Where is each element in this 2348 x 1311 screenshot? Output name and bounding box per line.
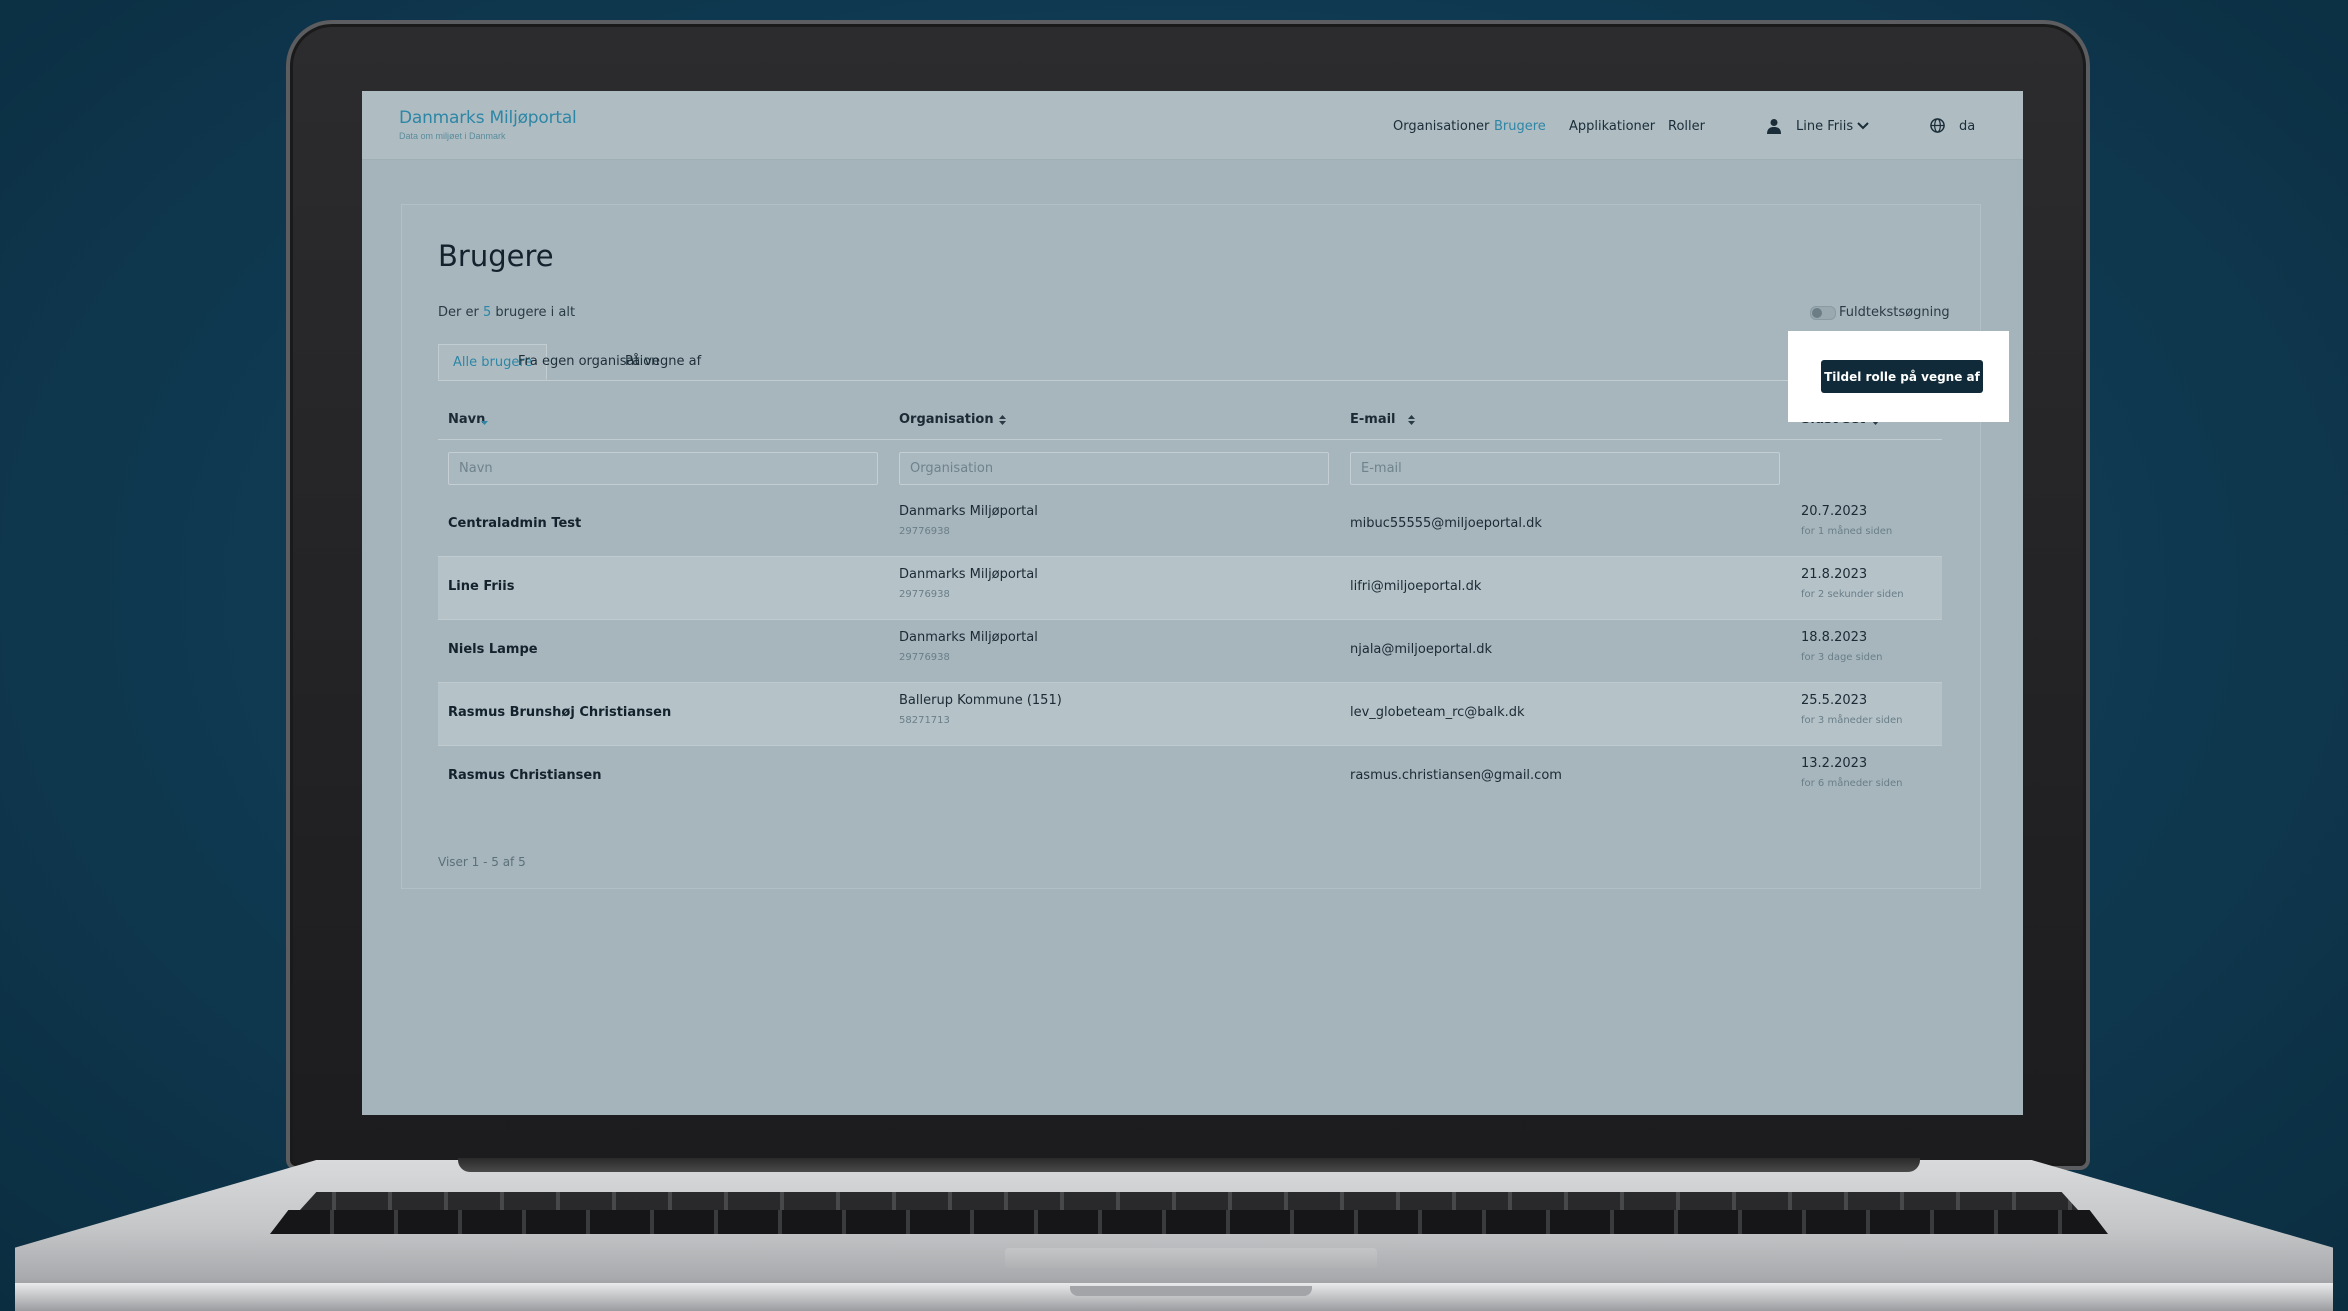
count-number: 5 xyxy=(482,305,492,320)
user-icon xyxy=(1767,119,1781,134)
nav-organisationer[interactable]: Organisationer xyxy=(1393,119,1489,134)
count-suffix: brugere i alt xyxy=(491,305,576,320)
tab-divider xyxy=(438,380,1942,381)
user-name[interactable]: Rasmus Christiansen xyxy=(448,768,602,783)
user-count-text: Der er 5 brugere i alt xyxy=(438,305,575,320)
nav-brugere[interactable]: Brugere xyxy=(1494,119,1546,134)
user-email: njala@miljoeportal.dk xyxy=(1350,642,1492,657)
table-row[interactable]: Niels Lampe Danmarks Miljøportal 2977693… xyxy=(438,620,1942,683)
user-organisation: Danmarks Miljøportal xyxy=(899,567,1038,582)
column-header-organisation[interactable]: Organisation xyxy=(899,412,994,427)
user-menu-button[interactable]: Line Friis xyxy=(1796,119,1853,134)
user-organisation: Danmarks Miljøportal xyxy=(899,504,1038,519)
nav-applikationer[interactable]: Applikationer xyxy=(1569,119,1655,134)
logo-subtitle: Data om miljøet i Danmark xyxy=(399,131,506,141)
table-row[interactable]: Line Friis Danmarks Miljøportal 29776938… xyxy=(438,557,1942,620)
language-selector[interactable]: da xyxy=(1959,119,1975,134)
last-seen-relative: for 2 sekunder siden xyxy=(1801,589,1904,600)
last-seen-relative: for 1 måned siden xyxy=(1801,526,1893,537)
user-email: lev_globeteam_rc@balk.dk xyxy=(1350,705,1525,720)
last-seen-date: 21.8.2023 xyxy=(1801,567,1868,582)
table-row[interactable]: Rasmus Brunshøj Christiansen Ballerup Ko… xyxy=(438,683,1942,746)
top-navigation: Danmarks Miljøportal Data om miljøet i D… xyxy=(362,91,2023,160)
user-name[interactable]: Rasmus Brunshøj Christiansen xyxy=(448,705,671,720)
organisation-cvr: 29776938 xyxy=(899,526,950,537)
nav-roller[interactable]: Roller xyxy=(1668,119,1705,134)
user-name[interactable]: Niels Lampe xyxy=(448,642,538,657)
last-seen-date: 25.5.2023 xyxy=(1801,693,1868,708)
user-email: lifri@miljoeportal.dk xyxy=(1350,579,1482,594)
user-organisation: Ballerup Kommune (151) xyxy=(899,693,1062,708)
laptop-notch xyxy=(1070,1286,1312,1296)
user-email: rasmus.christiansen@gmail.com xyxy=(1350,768,1562,783)
laptop-trackpad xyxy=(1005,1248,1377,1268)
laptop-keyboard-row xyxy=(270,1210,2108,1234)
organisation-cvr: 29776938 xyxy=(899,589,950,600)
fulltext-label: Fuldtekstsøgning xyxy=(1839,305,1950,320)
chevron-down-icon[interactable] xyxy=(1857,122,1869,130)
last-seen-date: 13.2.2023 xyxy=(1801,756,1868,771)
laptop-hinge xyxy=(458,1158,1920,1172)
toggle-knob xyxy=(1812,308,1822,318)
email-filter-input[interactable] xyxy=(1350,452,1780,485)
sort-icon[interactable] xyxy=(998,413,1007,427)
users-card: Brugere Der er 5 brugere i alt Fuldtekst… xyxy=(401,204,2009,889)
last-seen-relative: for 3 måneder siden xyxy=(1801,715,1903,726)
app-screen: Danmarks Miljøportal Data om miljøet i D… xyxy=(362,91,2023,1115)
logo-title[interactable]: Danmarks Miljøportal xyxy=(399,108,577,128)
table-row[interactable]: Centraladmin Test Danmarks Miljøportal 2… xyxy=(438,494,1942,557)
pagination-info: Viser 1 - 5 af 5 xyxy=(438,855,526,869)
name-filter-input[interactable] xyxy=(448,452,878,485)
column-header-email[interactable]: E-mail xyxy=(1350,412,1396,427)
fulltext-toggle[interactable] xyxy=(1810,306,1836,320)
user-name[interactable]: Line Friis xyxy=(448,579,514,594)
user-name[interactable]: Centraladmin Test xyxy=(448,516,581,531)
globe-icon xyxy=(1930,118,1945,133)
page-title: Brugere xyxy=(438,239,554,273)
sort-icon[interactable] xyxy=(1407,413,1416,427)
organisation-filter-input[interactable] xyxy=(899,452,1329,485)
user-organisation: Danmarks Miljøportal xyxy=(899,630,1038,645)
count-prefix: Der er xyxy=(438,305,483,320)
user-email: mibuc55555@miljoeportal.dk xyxy=(1350,516,1542,531)
organisation-cvr: 29776938 xyxy=(899,652,950,663)
assign-role-button[interactable]: Tildel rolle på vegne af xyxy=(1821,360,1983,393)
organisation-cvr: 58271713 xyxy=(899,715,950,726)
last-seen-date: 18.8.2023 xyxy=(1801,630,1868,645)
last-seen-date: 20.7.2023 xyxy=(1801,504,1868,519)
last-seen-relative: for 3 dage siden xyxy=(1801,652,1883,663)
table-row[interactable]: Rasmus Christiansen rasmus.christiansen@… xyxy=(438,746,1942,809)
tab-paa-vegne-af[interactable]: På vegne af xyxy=(611,344,715,380)
header-divider xyxy=(438,439,1942,440)
last-seen-relative: for 6 måneder siden xyxy=(1801,778,1903,789)
sort-desc-icon[interactable] xyxy=(480,413,489,427)
